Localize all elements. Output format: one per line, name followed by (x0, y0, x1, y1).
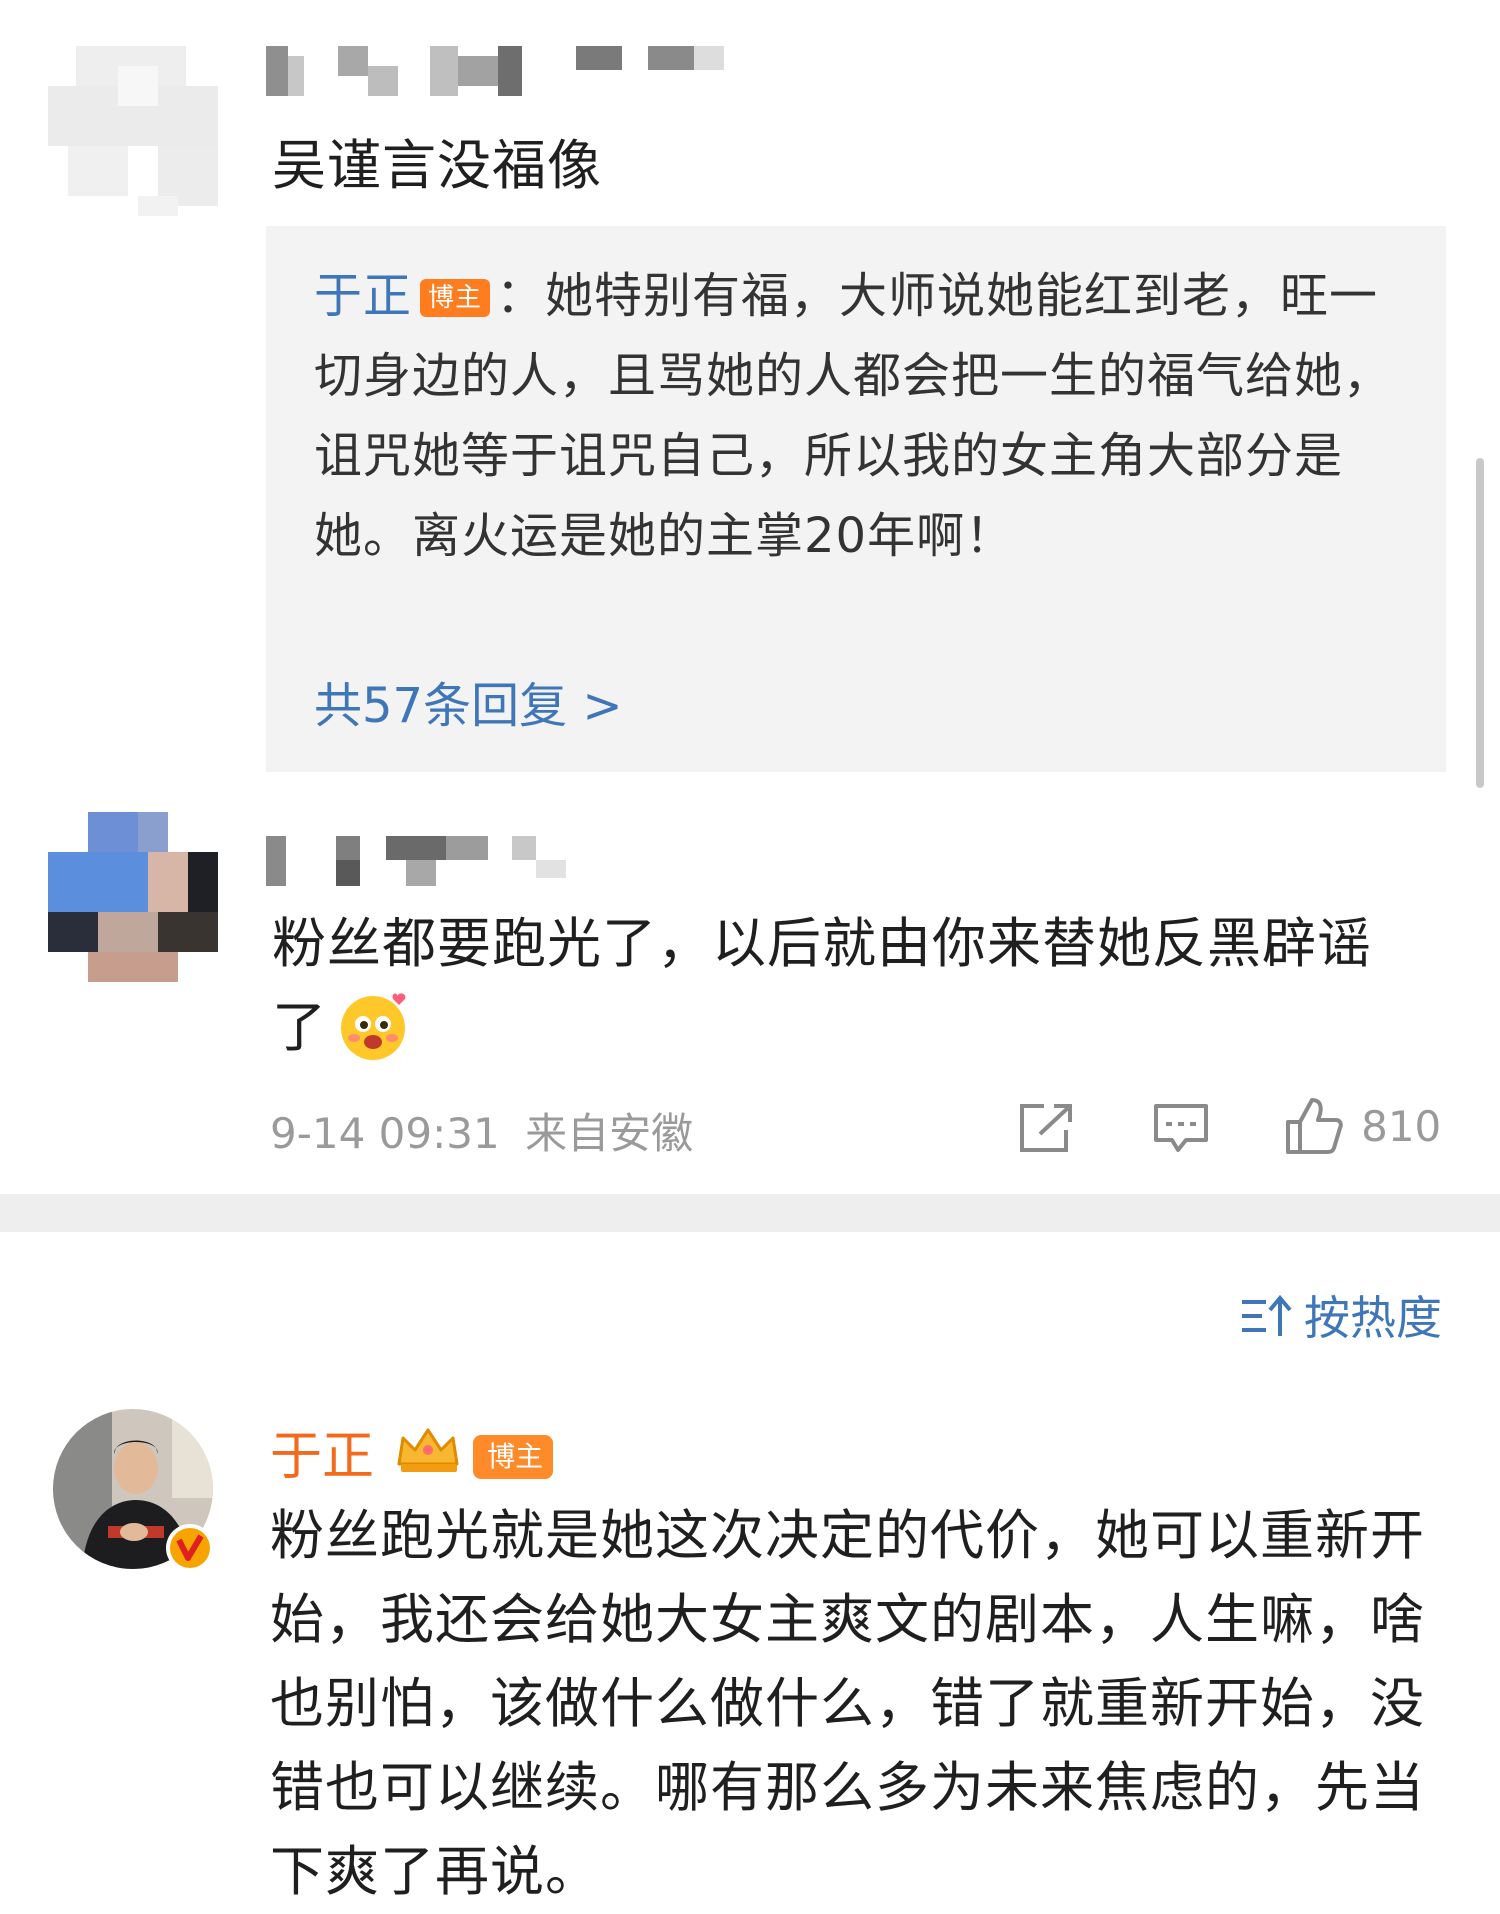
sort-by-hot-button[interactable]: 按热度 (1240, 1282, 1442, 1348)
sort-icon (1242, 1294, 1292, 1336)
crown-icon (397, 1428, 459, 1472)
username[interactable] (266, 836, 586, 886)
comment-icon (1154, 1104, 1208, 1152)
username[interactable] (266, 46, 726, 96)
section-divider (0, 1194, 1500, 1232)
reply-separator: ： (496, 268, 546, 324)
comment-location: 来自安徽 (525, 1109, 694, 1158)
reply-author[interactable]: 于正 (314, 268, 412, 324)
share-icon (1020, 1104, 1072, 1152)
avatar[interactable] (52, 1408, 218, 1574)
sort-label: 按热度 (1304, 1291, 1442, 1345)
comment-meta: 9-14 09:31 来自安徽 (270, 1100, 693, 1161)
like-button[interactable]: 810 (1282, 1094, 1441, 1158)
comment-text: 粉丝都要跑光了，以后就由你来替她反黑辟谣了 (272, 902, 1412, 1088)
reply-button[interactable] (1150, 1100, 1212, 1156)
author-name[interactable]: 于正 (270, 1427, 374, 1487)
thumbs-up-icon (1286, 1098, 1343, 1154)
love-blush-emoji-icon (337, 988, 413, 1088)
share-button[interactable] (1016, 1100, 1078, 1156)
blogger-badge: 博主 (473, 1435, 554, 1479)
comment-body: 粉丝都要跑光了，以后就由你来替她反黑辟谣了 (272, 912, 1372, 1059)
verified-badge-icon (166, 1524, 214, 1572)
comment-text: 粉丝跑光就是她这次决定的代价，她可以重新开始，我还会给她大女主爽文的剧本，人生嘛… (270, 1504, 1425, 1903)
avatar[interactable] (48, 812, 218, 982)
reply-content: 于正 博主 ：她特别有福，大师说她能红到老，旺一切身边的人，且骂她的人都会把一生的福… (314, 256, 1414, 576)
like-count: 810 (1361, 1101, 1442, 1151)
comment-time: 9-14 09:31 (270, 1109, 500, 1158)
reply-preview[interactable]: 于正 博主 ：她特别有福，大师说她能红到老，旺一切身边的人，且骂她的人都会把一生的福… (266, 226, 1446, 772)
comment-text: 吴谨言没福像 (272, 134, 602, 197)
blogger-badge: 博主 (420, 279, 491, 317)
author-line: 于正 博主 (270, 1414, 554, 1489)
view-replies-link[interactable]: 共57条回复 > (314, 666, 623, 746)
scrollbar[interactable] (1476, 458, 1484, 788)
avatar[interactable] (48, 46, 218, 216)
